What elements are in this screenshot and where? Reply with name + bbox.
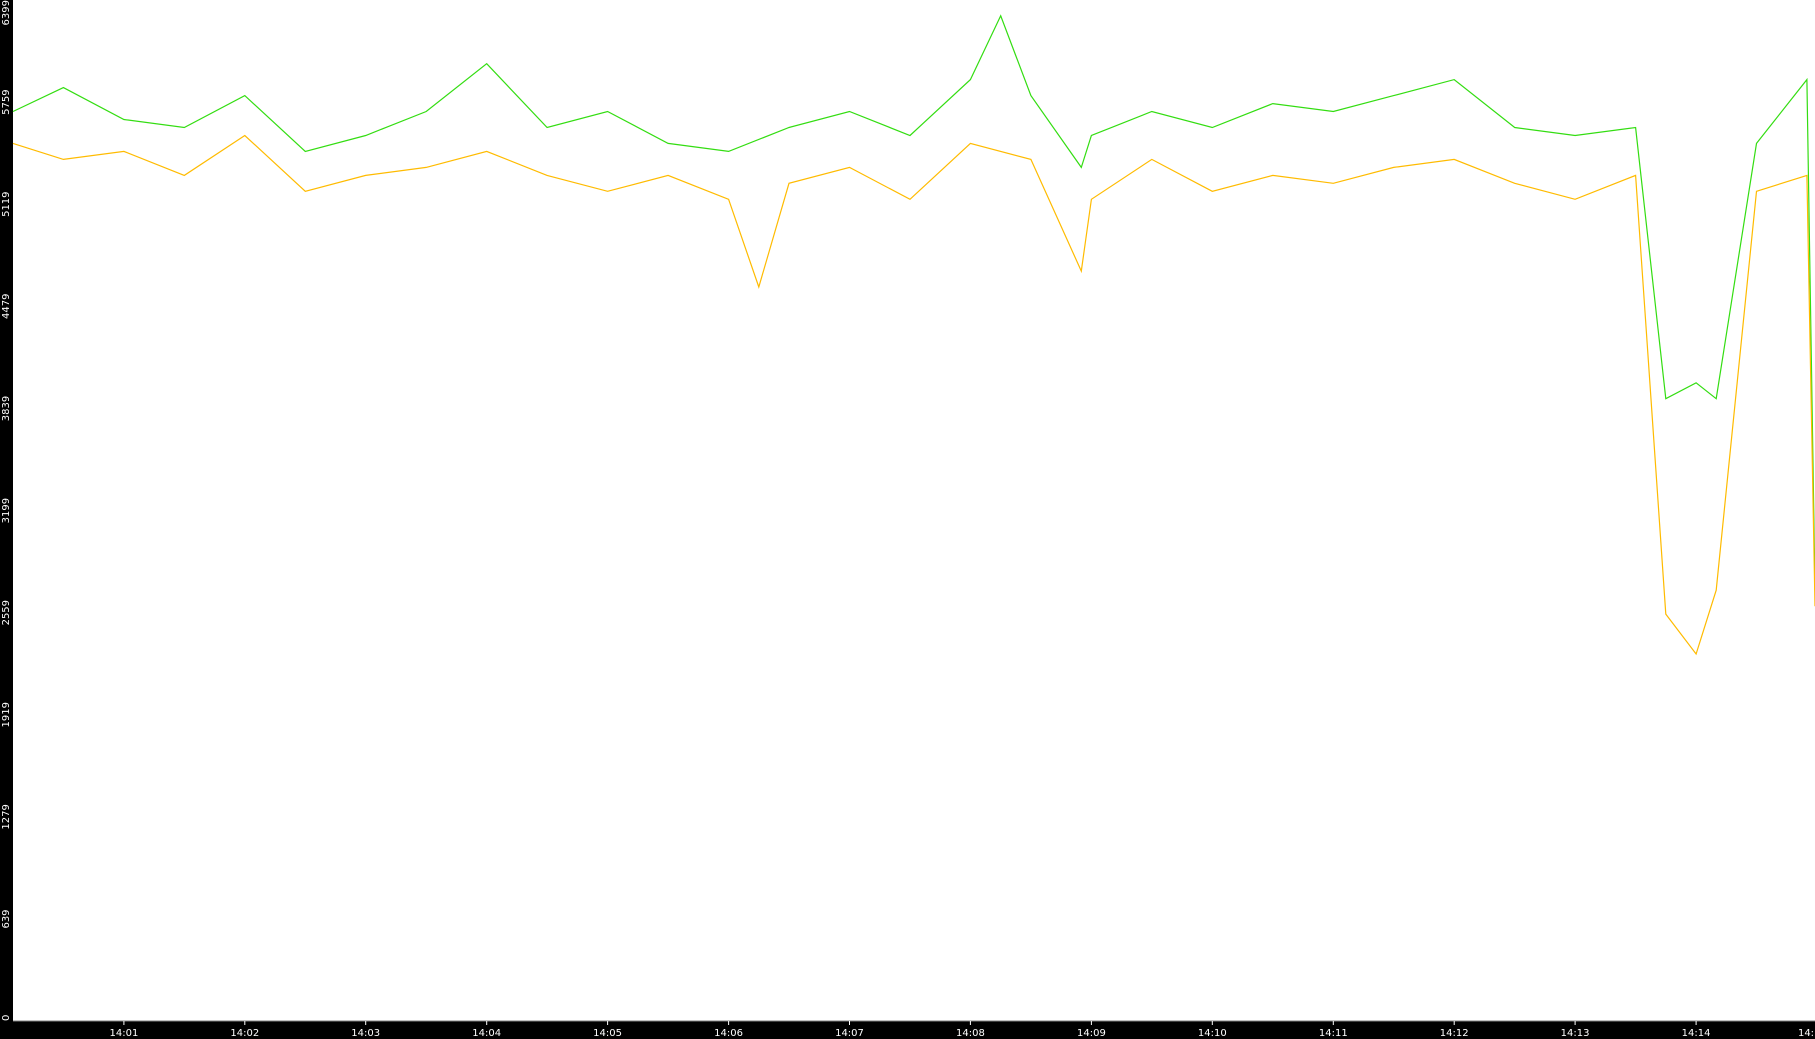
y-tick-label: 5759 (1, 89, 12, 114)
y-axis: 6399 5759 5119 4479 3839 3199 2559 1919 1279 639 0 (1, 0, 12, 1021)
x-tick-label: 14:07 (835, 1028, 864, 1039)
y-tick-label: 4479 (1, 294, 12, 319)
x-tick-label: 14:05 (593, 1028, 622, 1039)
x-tick-label: 14:02 (230, 1028, 259, 1039)
y-tick-label: 3839 (1, 396, 12, 421)
x-tick-label: 14:13 (1561, 1028, 1590, 1039)
x-tick-label: 14:10 (1198, 1028, 1227, 1039)
line-chart: 6399 5759 5119 4479 3839 3199 2559 1919 1279 639 0… (1, 0, 1815, 1039)
x-tick-label: 14:01 (109, 1028, 138, 1039)
x-tick-label: 14:08 (956, 1028, 985, 1039)
y-tick-label: 2559 (1, 600, 12, 625)
y-tick-label: 0 (1, 1015, 12, 1021)
y-tick-label: 639 (1, 909, 12, 928)
x-tick-label: 14:12 (1440, 1028, 1469, 1039)
y-tick-label: 3199 (1, 498, 12, 523)
x-tick-label: 14:09 (1077, 1028, 1106, 1039)
x-tick-label: 14:06 (714, 1028, 743, 1039)
chart-root: 6399 5759 5119 4479 3839 3199 2559 1919 1279 639 0… (0, 0, 1815, 1039)
x-tick-label: 14:11 (1319, 1028, 1348, 1039)
y-tick-label: 1919 (1, 702, 12, 727)
x-tick-label: 14:14 (1682, 1028, 1711, 1039)
x-axis: 14:01 14:02 14:03 14:04 14:05 14:06 14:07 14:08… (109, 1021, 1814, 1039)
y-tick-label: 5119 (1, 191, 12, 216)
y-tick-label: 1279 (1, 804, 12, 829)
y-tick-label: 6399 (1, 0, 12, 25)
x-tick-label: 14:04 (472, 1028, 501, 1039)
x-tick-label: 14: (1798, 1028, 1814, 1039)
plot-area (13, 0, 1815, 1021)
x-tick-label: 14:03 (351, 1028, 380, 1039)
